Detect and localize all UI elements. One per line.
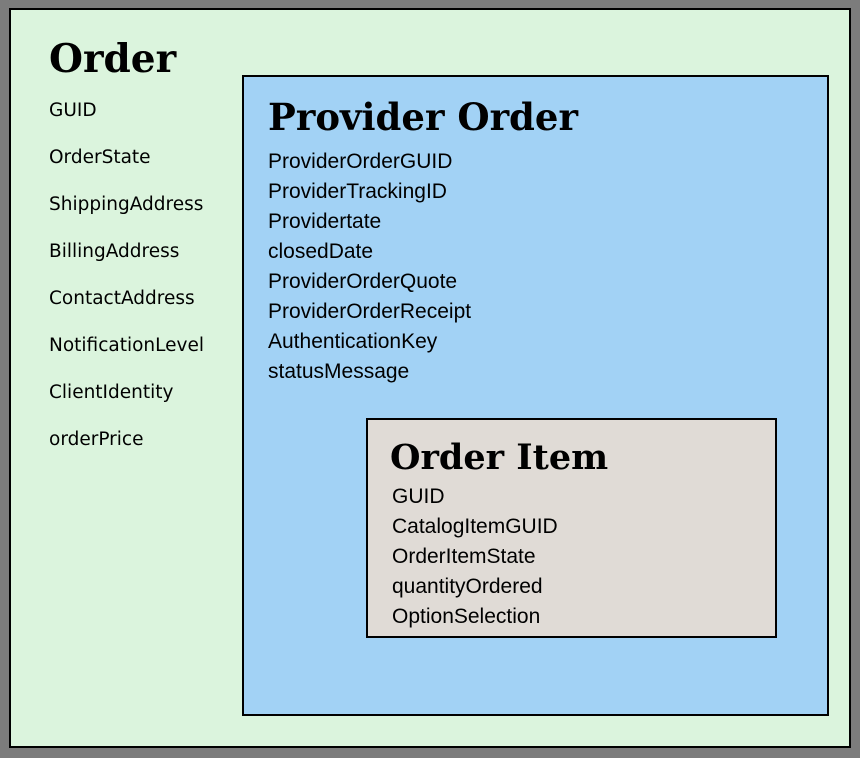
order-field: ClientIdentity xyxy=(49,382,174,403)
order-entity-box: Order GUID OrderState ShippingAddress Bi… xyxy=(9,8,851,748)
order-field: ShippingAddress xyxy=(49,194,204,215)
order-field: GUID xyxy=(49,100,97,121)
order-field: ContactAddress xyxy=(49,288,195,309)
order-field: orderPrice xyxy=(49,429,144,450)
order-item-field: OrderItemState xyxy=(392,545,536,568)
order-field: OrderState xyxy=(49,147,151,168)
order-field: BillingAddress xyxy=(49,241,180,262)
order-item-field: quantityOrdered xyxy=(392,575,543,598)
provider-order-field: ProviderOrderGUID xyxy=(268,150,453,173)
provider-order-entity-box: Provider Order ProviderOrderGUID Provide… xyxy=(242,75,829,716)
order-item-field: CatalogItemGUID xyxy=(392,515,558,538)
order-field-list: GUID OrderState ShippingAddress BillingA… xyxy=(49,99,204,475)
order-item-field-list: GUID CatalogItemGUID OrderItemState quan… xyxy=(392,482,558,632)
provider-order-field: AuthenticationKey xyxy=(268,330,438,353)
provider-order-field-list: ProviderOrderGUID ProviderTrackingID Pro… xyxy=(268,147,471,387)
provider-order-entity-title: Provider Order xyxy=(268,95,578,139)
order-item-field: OptionSelection xyxy=(392,605,541,628)
order-field: NotificationLevel xyxy=(49,335,204,356)
provider-order-field: ProviderTrackingID xyxy=(268,180,447,203)
order-item-field: GUID xyxy=(392,485,445,508)
provider-order-field: Providertate xyxy=(268,210,382,233)
diagram-frame: Order GUID OrderState ShippingAddress Bi… xyxy=(0,0,860,758)
provider-order-field: statusMessage xyxy=(268,360,410,383)
provider-order-field: ProviderOrderReceipt xyxy=(268,300,472,323)
order-item-entity-title: Order Item xyxy=(390,437,609,478)
order-item-entity-box: Order Item GUID CatalogItemGUID OrderIte… xyxy=(366,418,777,638)
order-entity-title: Order xyxy=(49,36,177,82)
provider-order-field: closedDate xyxy=(268,240,374,263)
provider-order-field: ProviderOrderQuote xyxy=(268,270,458,293)
